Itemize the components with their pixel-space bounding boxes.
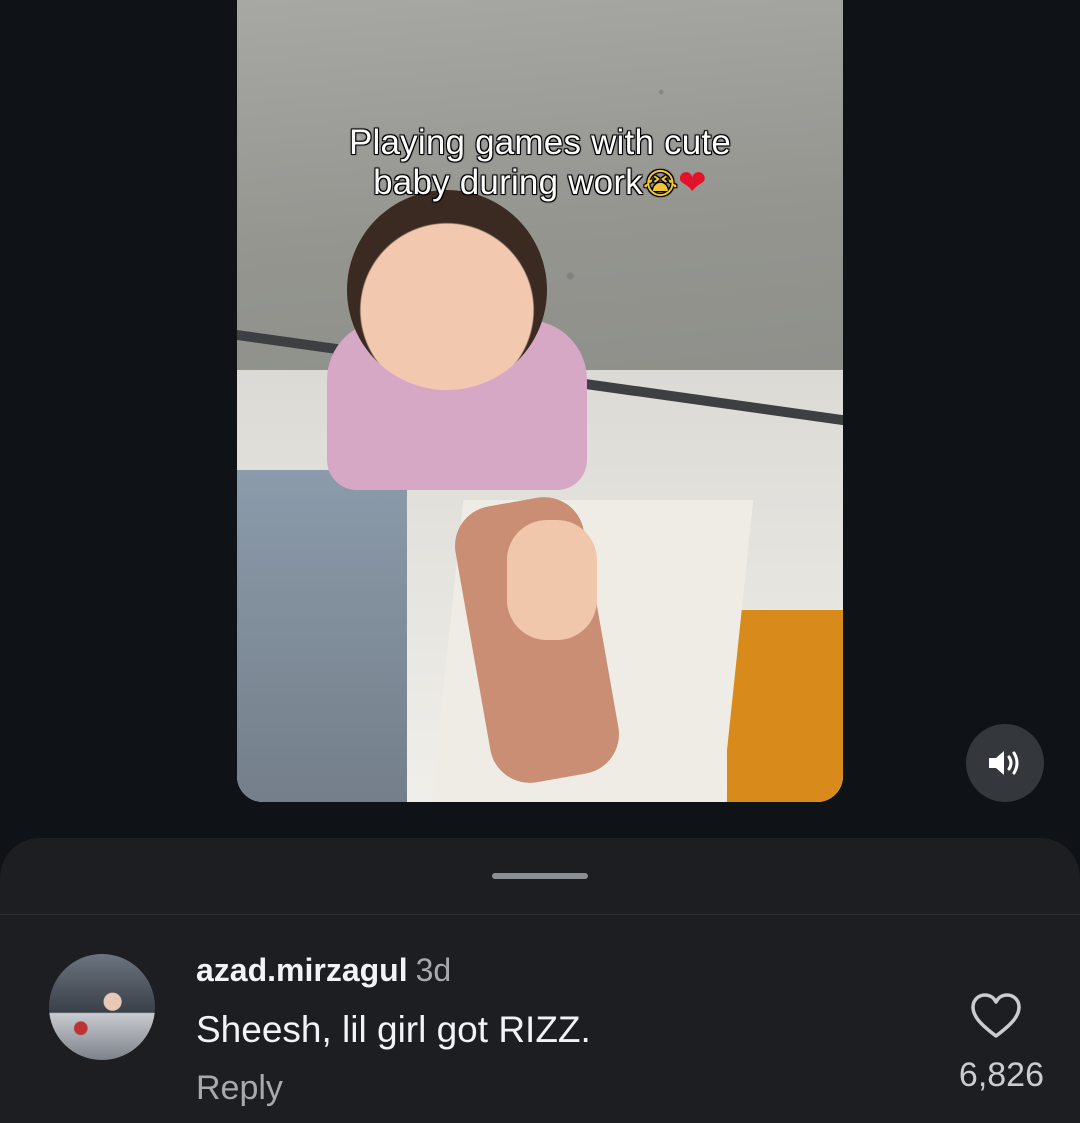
video-player[interactable]: Playing games with cute baby during work… [237, 0, 843, 802]
sheet-divider [0, 914, 1080, 915]
crying-emoji-icon: 😭 [642, 167, 679, 202]
video-caption: Playing games with cute baby during work… [237, 123, 843, 205]
avatar[interactable] [49, 954, 155, 1060]
screen: Playing games with cute baby during work… [0, 0, 1080, 1123]
comment-header: azad.mirzagul 3d [196, 950, 451, 990]
caption-line-2: baby during work😭❤ [237, 163, 843, 205]
video-baby-head [347, 190, 547, 390]
video-orange-box [727, 610, 843, 802]
comment-time: 3d [415, 952, 452, 988]
video-shelf [237, 470, 407, 802]
caption-line-1: Playing games with cute [348, 123, 731, 162]
heart-emoji-icon: ❤ [678, 164, 707, 202]
comment-username[interactable]: azad.mirzagul [196, 952, 408, 988]
volume-button[interactable] [966, 724, 1044, 802]
like-button[interactable] [970, 992, 1022, 1040]
video-baby-hand [507, 520, 597, 640]
heart-outline-icon [971, 993, 1021, 1038]
like-count: 6,826 [958, 1056, 1044, 1094]
sheet-drag-handle[interactable] [492, 873, 588, 879]
comments-sheet: azad.mirzagul 3d Sheesh, lil girl got RIZ… [0, 838, 1080, 1123]
comment-text: Sheesh, lil girl got RIZZ. [196, 1009, 591, 1050]
caption-line-2-text: baby during work [373, 163, 643, 202]
reply-button[interactable]: Reply [196, 1068, 283, 1108]
speaker-on-icon [989, 751, 1019, 775]
